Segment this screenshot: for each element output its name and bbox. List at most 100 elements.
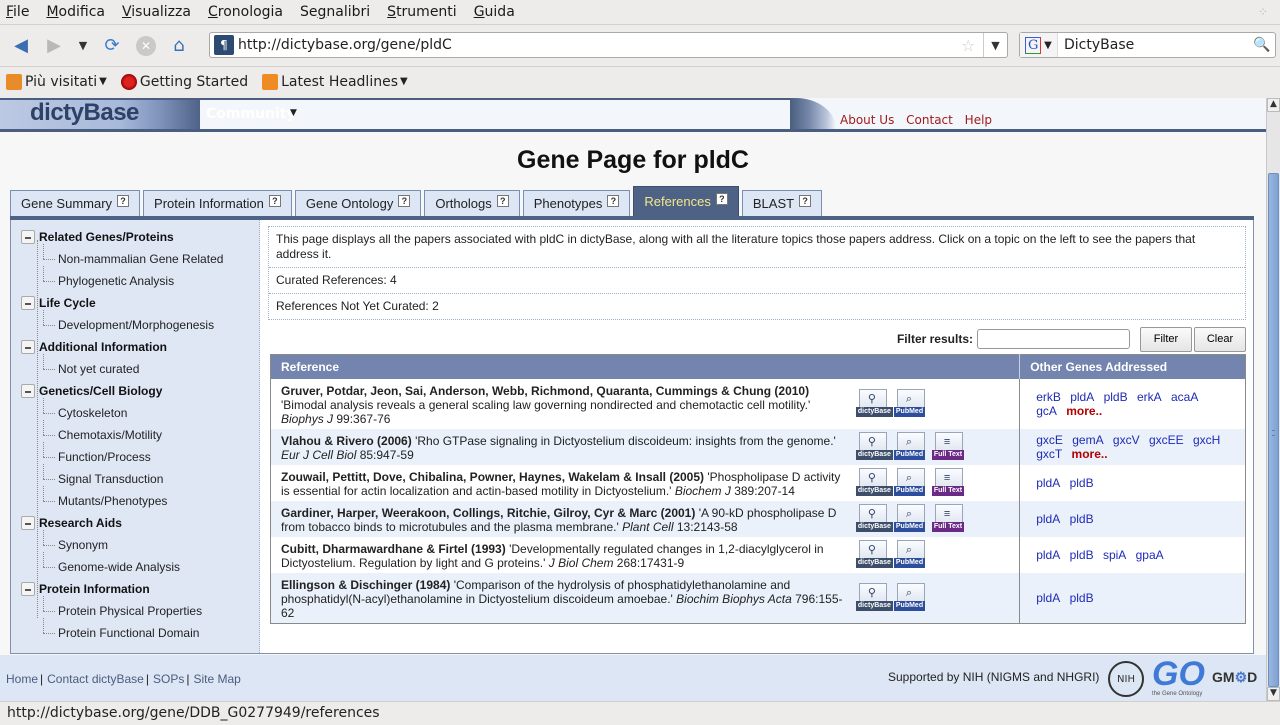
gene-link[interactable]: acaA bbox=[1171, 390, 1198, 404]
footer-link-home[interactable]: Home bbox=[6, 672, 38, 686]
citation-authors[interactable]: Cubitt, Dharmawardhane & Firtel (1993) bbox=[281, 542, 506, 556]
forward-button[interactable]: ▶ bbox=[39, 32, 69, 60]
pubmed-link-icon[interactable]: ⌕ PubMed bbox=[893, 431, 928, 462]
topic-item[interactable]: Mutants/Phenotypes bbox=[21, 486, 223, 512]
scroll-down-button[interactable]: ▼ bbox=[1267, 687, 1280, 701]
menu-guida[interactable]: Guida bbox=[474, 4, 515, 20]
search-input[interactable]: DictyBase bbox=[1058, 37, 1253, 53]
gene-link[interactable]: pldB bbox=[1070, 512, 1094, 526]
gene-link[interactable]: gxcV bbox=[1113, 433, 1140, 447]
gene-link[interactable]: spiA bbox=[1103, 548, 1126, 562]
help-icon[interactable]: ? bbox=[117, 194, 130, 207]
search-engine-selector[interactable]: G ▼ bbox=[1020, 33, 1058, 57]
bookmark-getting-started[interactable]: Getting Started bbox=[120, 73, 248, 90]
dictybase-link-icon[interactable]: ⚲ dictyBase bbox=[855, 539, 893, 570]
reload-button[interactable]: ⟳ bbox=[97, 32, 127, 60]
menu-cronologia[interactable]: Cronologia bbox=[208, 4, 283, 20]
gene-link[interactable]: pldB bbox=[1104, 390, 1128, 404]
fulltext-link-icon[interactable]: ≡ Full Text bbox=[931, 503, 966, 534]
citation-authors[interactable]: Gardiner, Harper, Weerakoon, Collings, R… bbox=[281, 506, 695, 520]
url-dropdown-button[interactable]: ▼ bbox=[983, 33, 1007, 57]
pubmed-link-icon[interactable]: ⌕ PubMed bbox=[893, 388, 928, 419]
gene-link[interactable]: pldA bbox=[1036, 512, 1060, 526]
gene-link[interactable]: pldA bbox=[1036, 591, 1060, 605]
scroll-up-button[interactable]: ▲ bbox=[1267, 98, 1280, 112]
search-icon[interactable]: 🔍 bbox=[1253, 37, 1275, 53]
tab-blast[interactable]: BLAST? bbox=[741, 190, 823, 216]
tab-gene-ontology[interactable]: Gene Ontology? bbox=[294, 190, 422, 216]
menu-file[interactable]: File bbox=[6, 4, 29, 20]
gene-link[interactable]: gxcE bbox=[1036, 433, 1063, 447]
gene-ontology-logo[interactable]: GO the Gene Ontology bbox=[1152, 655, 1205, 697]
more-genes-link[interactable]: more.. bbox=[1072, 447, 1108, 461]
gene-link[interactable]: gcA bbox=[1036, 404, 1057, 418]
footer-link-contact-dictybase[interactable]: Contact dictyBase bbox=[47, 672, 144, 686]
topic-item[interactable]: Genome-wide Analysis bbox=[21, 552, 223, 578]
topic-item[interactable]: Cytoskeleton bbox=[21, 398, 223, 424]
tab-protein-information[interactable]: Protein Information? bbox=[143, 190, 292, 216]
gene-link[interactable]: gxcH bbox=[1193, 433, 1220, 447]
citation-authors[interactable]: Ellingson & Dischinger (1984) bbox=[281, 578, 450, 592]
dictybase-link-icon[interactable]: ⚲ dictyBase bbox=[855, 388, 893, 419]
help-icon[interactable]: ? bbox=[398, 194, 411, 207]
nih-logo[interactable]: NIH bbox=[1108, 661, 1144, 697]
fulltext-link-icon[interactable]: ≡ Full Text bbox=[931, 467, 966, 498]
menu-visualizza[interactable]: Visualizza bbox=[122, 4, 191, 20]
tab-gene-summary[interactable]: Gene Summary? bbox=[10, 190, 141, 216]
contact-link[interactable]: Contact bbox=[906, 113, 953, 127]
collapse-icon[interactable] bbox=[21, 340, 35, 354]
vertical-scrollbar[interactable]: ▲ ▼ bbox=[1266, 98, 1280, 701]
bookmark-star-icon[interactable]: ☆ bbox=[961, 36, 983, 55]
clear-button[interactable]: Clear bbox=[1194, 326, 1246, 352]
history-dropdown-button[interactable]: ▼ bbox=[72, 32, 94, 60]
gene-link[interactable]: pldA bbox=[1036, 548, 1060, 562]
topic-group-header[interactable]: Life Cycle bbox=[21, 292, 223, 314]
footer-link-site-map[interactable]: Site Map bbox=[193, 672, 240, 686]
scroll-track[interactable] bbox=[1267, 112, 1280, 687]
topic-item[interactable]: Protein Physical Properties bbox=[21, 596, 223, 622]
dictybase-link-icon[interactable]: ⚲ dictyBase bbox=[855, 503, 893, 534]
dictybase-link-icon[interactable]: ⚲ dictyBase bbox=[855, 582, 893, 613]
citation-authors[interactable]: Gruver, Potdar, Jeon, Sai, Anderson, Web… bbox=[281, 384, 809, 398]
menu-segnalibri[interactable]: Segnalibri bbox=[300, 4, 370, 20]
gmod-logo[interactable]: GM⚙D bbox=[1212, 669, 1257, 686]
dictybase-logo[interactable]: dictyBase bbox=[0, 98, 200, 129]
tab-references[interactable]: References? bbox=[633, 186, 739, 216]
gene-link[interactable]: gxcT bbox=[1036, 447, 1062, 461]
footer-link-sops[interactable]: SOPs bbox=[153, 672, 184, 686]
more-genes-link[interactable]: more.. bbox=[1066, 404, 1102, 418]
topic-group-header[interactable]: Genetics/Cell Biology bbox=[21, 380, 223, 402]
gene-link[interactable]: pldB bbox=[1070, 476, 1094, 490]
topic-item[interactable]: Signal Transduction bbox=[21, 464, 223, 490]
help-link[interactable]: Help bbox=[965, 113, 992, 127]
help-icon[interactable]: ? bbox=[607, 194, 620, 207]
gene-link[interactable]: pldB bbox=[1070, 548, 1094, 562]
help-icon[interactable]: ? bbox=[715, 192, 728, 205]
topic-group-header[interactable]: Additional Information bbox=[21, 336, 223, 358]
collapse-icon[interactable] bbox=[21, 516, 35, 530]
pubmed-link-icon[interactable]: ⌕ PubMed bbox=[893, 503, 928, 534]
community-menu[interactable]: Community bbox=[206, 106, 296, 122]
gene-link[interactable]: pldA bbox=[1070, 390, 1094, 404]
filter-input[interactable] bbox=[977, 329, 1130, 349]
topic-item[interactable]: Non-mammalian Gene Related bbox=[21, 244, 223, 270]
collapse-icon[interactable] bbox=[21, 582, 35, 596]
citation-authors[interactable]: Zouwail, Pettitt, Dove, Chibalina, Powne… bbox=[281, 470, 704, 484]
topic-group-header[interactable]: Related Genes/Proteins bbox=[21, 226, 223, 248]
gene-link[interactable]: gemA bbox=[1072, 433, 1103, 447]
pubmed-link-icon[interactable]: ⌕ PubMed bbox=[893, 467, 928, 498]
topic-item[interactable]: Function/Process bbox=[21, 442, 223, 468]
help-icon[interactable]: ? bbox=[496, 194, 509, 207]
gene-link[interactable]: pldA bbox=[1036, 476, 1060, 490]
collapse-icon[interactable] bbox=[21, 296, 35, 310]
topic-item[interactable]: Protein Functional Domain bbox=[21, 618, 223, 644]
gene-link[interactable]: erkA bbox=[1137, 390, 1162, 404]
back-button[interactable]: ◀ bbox=[6, 32, 36, 60]
home-button[interactable]: ⌂ bbox=[164, 32, 194, 60]
stop-button[interactable]: ✕ bbox=[136, 35, 156, 56]
topic-item[interactable]: Phylogenetic Analysis bbox=[21, 266, 223, 292]
topic-group-header[interactable]: Protein Information bbox=[21, 578, 223, 600]
fulltext-link-icon[interactable]: ≡ Full Text bbox=[931, 431, 966, 462]
topic-item[interactable]: Not yet curated bbox=[21, 354, 223, 380]
filter-button[interactable]: Filter bbox=[1140, 326, 1192, 352]
